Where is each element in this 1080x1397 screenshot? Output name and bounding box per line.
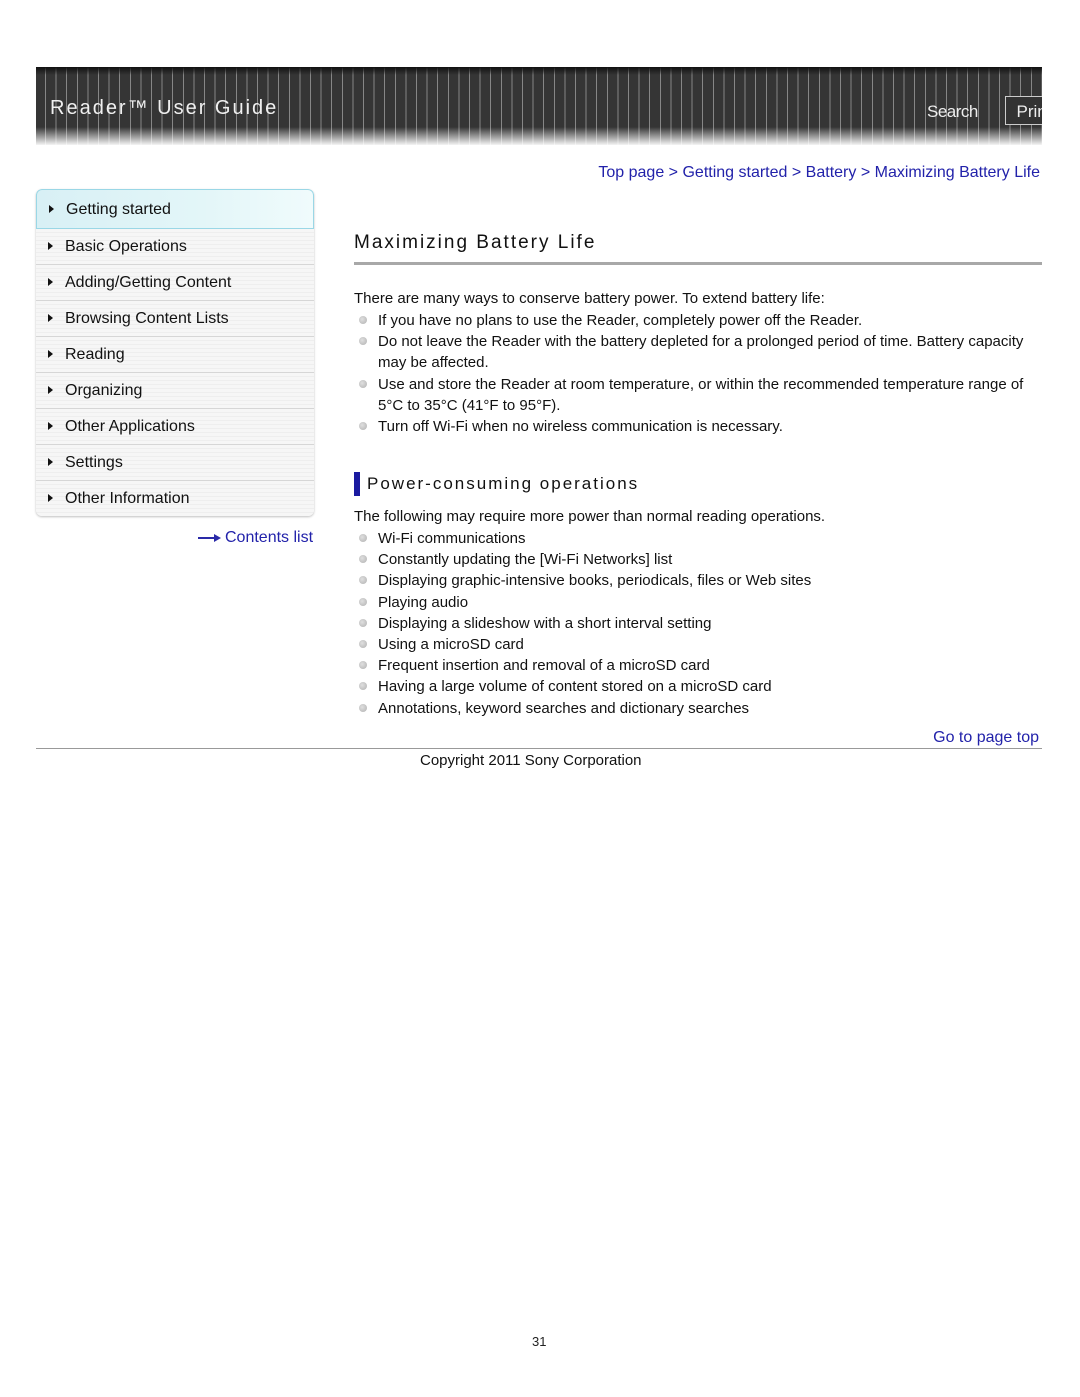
contents-list-link[interactable]: Contents list bbox=[198, 529, 313, 547]
sidebar-item-adding-getting-content[interactable]: Adding/Getting Content bbox=[36, 265, 314, 301]
sidebar-item-label: Other Applications bbox=[65, 418, 195, 435]
page-title: Maximizing Battery Life bbox=[354, 232, 597, 253]
section-heading: Power-consuming operations bbox=[354, 472, 639, 496]
list-item-text: Constantly updating the [Wi-Fi Networks]… bbox=[378, 551, 673, 569]
breadcrumb-current[interactable]: Maximizing Battery Life bbox=[875, 164, 1040, 181]
bullet-icon bbox=[359, 422, 367, 431]
list-item: Annotations, keyword searches and dictio… bbox=[354, 698, 1034, 719]
list-item: Frequent insertion and removal of a micr… bbox=[354, 655, 1034, 676]
sidebar-item-reading[interactable]: Reading bbox=[36, 337, 314, 373]
section-accent-bar bbox=[354, 472, 360, 496]
list-item: Displaying a slideshow with a short inte… bbox=[354, 613, 1034, 634]
bullet-icon bbox=[359, 534, 367, 542]
sidebar-item-label: Other Information bbox=[65, 490, 190, 507]
sidebar-item-label: Browsing Content Lists bbox=[65, 310, 229, 327]
bullet-icon bbox=[359, 316, 367, 324]
list-item: If you have no plans to use the Reader, … bbox=[354, 310, 1034, 331]
bullet-icon bbox=[359, 597, 367, 606]
copyright-text: Copyright 2011 Sony Corporation bbox=[420, 752, 642, 769]
list-item: Wi-Fi communications bbox=[354, 528, 1034, 549]
sidebar-item-label: Organizing bbox=[65, 382, 143, 399]
go-to-page-top-link[interactable]: Go to page top bbox=[933, 729, 1039, 747]
list-item-text: Annotations, keyword searches and dictio… bbox=[378, 699, 750, 717]
bullet-icon bbox=[359, 703, 367, 712]
header-banner: Reader™ User Guide Search Print bbox=[36, 67, 1042, 145]
sidebar-item-settings[interactable]: Settings bbox=[36, 445, 314, 481]
list-item: Having a large volume of content stored … bbox=[354, 676, 1034, 697]
bullet-icon bbox=[359, 640, 367, 649]
triangle-right-icon bbox=[48, 494, 53, 502]
list-item-text: Displaying a slideshow with a short inte… bbox=[378, 614, 712, 632]
list-item-text: Frequent insertion and removal of a micr… bbox=[378, 657, 710, 675]
section-intro-text: The following may require more power tha… bbox=[354, 508, 826, 525]
list-item: Use and store the Reader at room tempera… bbox=[354, 374, 1034, 416]
triangle-right-icon bbox=[49, 205, 54, 213]
breadcrumb-separator: > bbox=[791, 164, 806, 181]
triangle-right-icon bbox=[48, 242, 53, 250]
sidebar-item-other-applications[interactable]: Other Applications bbox=[36, 409, 314, 445]
sidebar-item-label: Basic Operations bbox=[65, 238, 187, 255]
triangle-right-icon bbox=[48, 422, 53, 430]
sidebar-item-label: Adding/Getting Content bbox=[65, 274, 232, 291]
list-item-text: Do not leave the Reader with the battery… bbox=[378, 333, 1024, 372]
tips-list: If you have no plans to use the Reader, … bbox=[354, 310, 1034, 437]
triangle-right-icon bbox=[48, 314, 53, 322]
list-item-text: Playing audio bbox=[378, 593, 469, 611]
breadcrumb-separator: > bbox=[860, 164, 875, 181]
intro-text: There are many ways to conserve battery … bbox=[354, 290, 825, 307]
print-button[interactable]: Print bbox=[1005, 96, 1042, 125]
list-item-text: Having a large volume of content stored … bbox=[378, 678, 772, 696]
list-item-text: Wi-Fi communications bbox=[378, 530, 526, 547]
sidebar-item-label: Reading bbox=[65, 346, 125, 363]
sidebar-item-browsing-content-lists[interactable]: Browsing Content Lists bbox=[36, 301, 314, 337]
bullet-icon bbox=[359, 661, 367, 670]
breadcrumb-getting-started[interactable]: Getting started bbox=[682, 164, 787, 181]
breadcrumb-top-page[interactable]: Top page bbox=[598, 164, 664, 181]
sidebar-item-organizing[interactable]: Organizing bbox=[36, 373, 314, 409]
bullet-icon bbox=[359, 337, 367, 346]
bullet-icon bbox=[359, 682, 367, 691]
list-item-text: Turn off Wi-Fi when no wireless communic… bbox=[378, 418, 783, 436]
bullet-icon bbox=[359, 379, 367, 388]
guide-title: Reader™ User Guide bbox=[50, 97, 279, 119]
sidebar-item-basic-operations[interactable]: Basic Operations bbox=[36, 229, 314, 265]
operations-list: Wi-Fi communications Constantly updating… bbox=[354, 528, 1034, 719]
footer-divider bbox=[36, 748, 1042, 749]
page-number: 31 bbox=[532, 1334, 547, 1349]
section-heading-text: Power-consuming operations bbox=[367, 474, 640, 493]
triangle-right-icon bbox=[48, 350, 53, 358]
arrow-right-icon bbox=[198, 533, 222, 543]
triangle-right-icon bbox=[48, 278, 53, 286]
sidebar-item-other-information[interactable]: Other Information bbox=[36, 481, 314, 516]
list-item: Turn off Wi-Fi when no wireless communic… bbox=[354, 416, 1034, 437]
list-item-text: Using a microSD card bbox=[378, 636, 524, 654]
list-item-text: Use and store the Reader at room tempera… bbox=[378, 375, 1024, 414]
bullet-icon bbox=[359, 576, 367, 585]
list-item-text: If you have no plans to use the Reader, … bbox=[378, 312, 863, 329]
list-item: Using a microSD card bbox=[354, 634, 1034, 655]
breadcrumb-battery[interactable]: Battery bbox=[806, 164, 857, 181]
bullet-icon bbox=[359, 618, 367, 627]
triangle-right-icon bbox=[48, 386, 53, 394]
breadcrumb: Top page > Getting started > Battery > M… bbox=[598, 164, 1040, 182]
list-item: Do not leave the Reader with the battery… bbox=[354, 331, 1034, 373]
list-item: Displaying graphic-intensive books, peri… bbox=[354, 570, 1034, 591]
breadcrumb-separator: > bbox=[668, 164, 683, 181]
sidebar-nav: Getting started Basic Operations Adding/… bbox=[36, 189, 314, 516]
sidebar-item-label: Getting started bbox=[66, 201, 171, 218]
sidebar-item-getting-started[interactable]: Getting started bbox=[36, 189, 314, 229]
sidebar-item-label: Settings bbox=[65, 454, 123, 471]
list-item: Constantly updating the [Wi-Fi Networks]… bbox=[354, 549, 1034, 570]
bullet-icon bbox=[359, 555, 367, 564]
list-item-text: Displaying graphic-intensive books, peri… bbox=[378, 572, 812, 590]
search-link[interactable]: Search bbox=[927, 102, 978, 122]
title-divider bbox=[354, 262, 1042, 265]
triangle-right-icon bbox=[48, 458, 53, 466]
list-item: Playing audio bbox=[354, 592, 1034, 613]
contents-list-label: Contents list bbox=[225, 529, 314, 546]
